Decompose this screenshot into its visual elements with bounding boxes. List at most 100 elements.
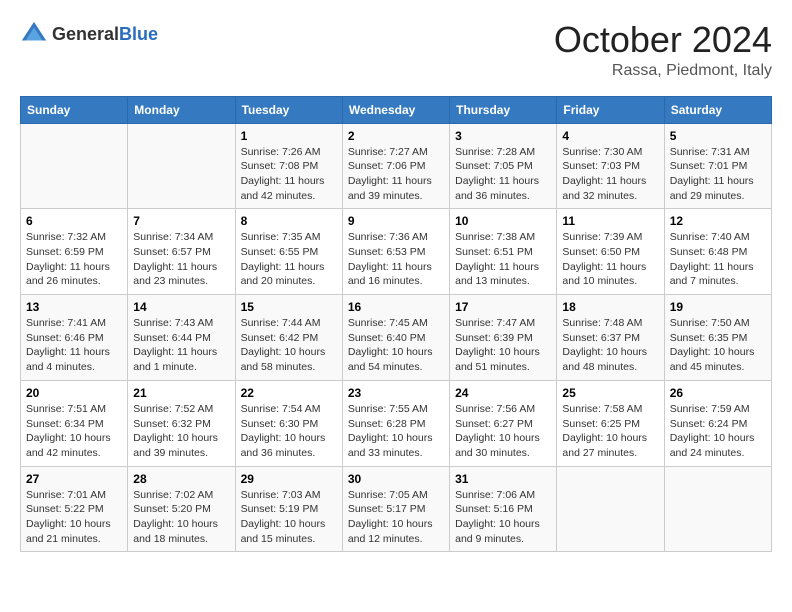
calendar-cell: 13 Sunrise: 7:41 AMSunset: 6:46 PMDayligh…	[21, 295, 128, 381]
day-number: 11	[562, 214, 658, 228]
day-info: Sunrise: 7:34 AMSunset: 6:57 PMDaylight:…	[133, 230, 229, 289]
calendar-cell: 30Sunrise: 7:05 AMSunset: 5:17 PMDayligh…	[342, 466, 449, 552]
day-number: 21	[133, 386, 229, 400]
calendar-cell: 7 Sunrise: 7:34 AMSunset: 6:57 PMDaylight…	[128, 209, 235, 295]
day-number: 13	[26, 300, 122, 314]
calendar-cell: 9 Sunrise: 7:36 AMSunset: 6:53 PMDaylight…	[342, 209, 449, 295]
calendar-cell: 11 Sunrise: 7:39 AMSunset: 6:50 PMDayligh…	[557, 209, 664, 295]
day-info: Sunrise: 7:41 AMSunset: 6:46 PMDaylight:…	[26, 316, 122, 375]
day-number: 22	[241, 386, 337, 400]
day-number: 20	[26, 386, 122, 400]
calendar-cell: 15 Sunrise: 7:44 AMSunset: 6:42 PMDayligh…	[235, 295, 342, 381]
day-number: 1	[241, 129, 337, 143]
calendar-cell: 20 Sunrise: 7:51 AMSunset: 6:34 PMDayligh…	[21, 380, 128, 466]
calendar-cell: 1 Sunrise: 7:26 AMSunset: 7:08 PMDaylight…	[235, 123, 342, 209]
calendar-week-row: 27 Sunrise: 7:01 AMSunset: 5:22 PMDayligh…	[21, 466, 772, 552]
day-info: Sunrise: 7:05 AMSunset: 5:17 PMDaylight:…	[348, 488, 444, 547]
day-number: 10	[455, 214, 551, 228]
calendar-cell	[21, 123, 128, 209]
day-number: 25	[562, 386, 658, 400]
calendar-table: SundayMondayTuesdayWednesdayThursdayFrid…	[20, 96, 772, 553]
day-info: Sunrise: 7:59 AMSunset: 6:24 PMDaylight:…	[670, 402, 766, 461]
day-info: Sunrise: 7:26 AMSunset: 7:08 PMDaylight:…	[241, 145, 337, 204]
calendar-cell: 27 Sunrise: 7:01 AMSunset: 5:22 PMDayligh…	[21, 466, 128, 552]
calendar-cell: 29Sunrise: 7:03 AMSunset: 5:19 PMDayligh…	[235, 466, 342, 552]
day-number: 16	[348, 300, 444, 314]
day-info: Sunrise: 7:56 AMSunset: 6:27 PMDaylight:…	[455, 402, 551, 461]
day-info: Sunrise: 7:40 AMSunset: 6:48 PMDaylight:…	[670, 230, 766, 289]
day-number: 24	[455, 386, 551, 400]
calendar-cell: 23 Sunrise: 7:55 AMSunset: 6:28 PMDayligh…	[342, 380, 449, 466]
day-number: 26	[670, 386, 766, 400]
day-info: Sunrise: 7:48 AMSunset: 6:37 PMDaylight:…	[562, 316, 658, 375]
day-info: Sunrise: 7:39 AMSunset: 6:50 PMDaylight:…	[562, 230, 658, 289]
calendar-cell	[557, 466, 664, 552]
day-info: Sunrise: 7:01 AMSunset: 5:22 PMDaylight:…	[26, 488, 122, 547]
day-info: Sunrise: 7:52 AMSunset: 6:32 PMDaylight:…	[133, 402, 229, 461]
day-number: 6	[26, 214, 122, 228]
logo-text: GeneralBlue	[52, 24, 158, 45]
day-header: Saturday	[664, 96, 771, 123]
day-number: 2	[348, 129, 444, 143]
day-number: 23	[348, 386, 444, 400]
day-number: 3	[455, 129, 551, 143]
day-info: Sunrise: 7:50 AMSunset: 6:35 PMDaylight:…	[670, 316, 766, 375]
day-number: 17	[455, 300, 551, 314]
calendar-cell: 17 Sunrise: 7:47 AMSunset: 6:39 PMDayligh…	[450, 295, 557, 381]
day-number: 18	[562, 300, 658, 314]
day-info: Sunrise: 7:30 AMSunset: 7:03 PMDaylight:…	[562, 145, 658, 204]
calendar-cell: 8Sunrise: 7:35 AMSunset: 6:55 PMDaylight…	[235, 209, 342, 295]
calendar-cell: 19 Sunrise: 7:50 AMSunset: 6:35 PMDayligh…	[664, 295, 771, 381]
day-info: Sunrise: 7:43 AMSunset: 6:44 PMDaylight:…	[133, 316, 229, 375]
calendar-cell: 2 Sunrise: 7:27 AMSunset: 7:06 PMDaylight…	[342, 123, 449, 209]
day-info: Sunrise: 7:45 AMSunset: 6:40 PMDaylight:…	[348, 316, 444, 375]
calendar-cell: 4Sunrise: 7:30 AMSunset: 7:03 PMDaylight…	[557, 123, 664, 209]
calendar-cell: 12Sunrise: 7:40 AMSunset: 6:48 PMDayligh…	[664, 209, 771, 295]
calendar-cell: 24 Sunrise: 7:56 AMSunset: 6:27 PMDayligh…	[450, 380, 557, 466]
calendar-cell	[664, 466, 771, 552]
header-row: SundayMondayTuesdayWednesdayThursdayFrid…	[21, 96, 772, 123]
day-info: Sunrise: 7:27 AMSunset: 7:06 PMDaylight:…	[348, 145, 444, 204]
day-info: Sunrise: 7:55 AMSunset: 6:28 PMDaylight:…	[348, 402, 444, 461]
day-header: Tuesday	[235, 96, 342, 123]
calendar-cell: 28Sunrise: 7:02 AMSunset: 5:20 PMDayligh…	[128, 466, 235, 552]
day-number: 14	[133, 300, 229, 314]
day-number: 15	[241, 300, 337, 314]
calendar-cell: 5Sunrise: 7:31 AMSunset: 7:01 PMDaylight…	[664, 123, 771, 209]
calendar-cell: 16 Sunrise: 7:45 AMSunset: 6:40 PMDayligh…	[342, 295, 449, 381]
day-info: Sunrise: 7:28 AMSunset: 7:05 PMDaylight:…	[455, 145, 551, 204]
day-info: Sunrise: 7:58 AMSunset: 6:25 PMDaylight:…	[562, 402, 658, 461]
day-number: 7	[133, 214, 229, 228]
calendar-cell: 22 Sunrise: 7:54 AMSunset: 6:30 PMDayligh…	[235, 380, 342, 466]
day-info: Sunrise: 7:31 AMSunset: 7:01 PMDaylight:…	[670, 145, 766, 204]
day-info: Sunrise: 7:44 AMSunset: 6:42 PMDaylight:…	[241, 316, 337, 375]
day-info: Sunrise: 7:47 AMSunset: 6:39 PMDaylight:…	[455, 316, 551, 375]
day-info: Sunrise: 7:32 AMSunset: 6:59 PMDaylight:…	[26, 230, 122, 289]
calendar-cell: 3 Sunrise: 7:28 AMSunset: 7:05 PMDaylight…	[450, 123, 557, 209]
calendar-week-row: 13 Sunrise: 7:41 AMSunset: 6:46 PMDayligh…	[21, 295, 772, 381]
logo-icon	[20, 20, 48, 48]
calendar-week-row: 20 Sunrise: 7:51 AMSunset: 6:34 PMDayligh…	[21, 380, 772, 466]
day-info: Sunrise: 7:38 AMSunset: 6:51 PMDaylight:…	[455, 230, 551, 289]
day-number: 29	[241, 472, 337, 486]
day-number: 9	[348, 214, 444, 228]
day-info: Sunrise: 7:36 AMSunset: 6:53 PMDaylight:…	[348, 230, 444, 289]
page-header: GeneralBlue October 2024 Rassa, Piedmont…	[20, 20, 772, 80]
calendar-cell: 6 Sunrise: 7:32 AMSunset: 6:59 PMDaylight…	[21, 209, 128, 295]
calendar-cell: 10 Sunrise: 7:38 AMSunset: 6:51 PMDayligh…	[450, 209, 557, 295]
day-header: Sunday	[21, 96, 128, 123]
month-title: October 2024	[554, 20, 772, 60]
day-number: 19	[670, 300, 766, 314]
day-info: Sunrise: 7:02 AMSunset: 5:20 PMDaylight:…	[133, 488, 229, 547]
title-block: October 2024 Rassa, Piedmont, Italy	[554, 20, 772, 80]
calendar-cell: 14 Sunrise: 7:43 AMSunset: 6:44 PMDayligh…	[128, 295, 235, 381]
day-number: 27	[26, 472, 122, 486]
calendar-cell: 18 Sunrise: 7:48 AMSunset: 6:37 PMDayligh…	[557, 295, 664, 381]
day-info: Sunrise: 7:51 AMSunset: 6:34 PMDaylight:…	[26, 402, 122, 461]
calendar-week-row: 1 Sunrise: 7:26 AMSunset: 7:08 PMDaylight…	[21, 123, 772, 209]
calendar-cell: 31Sunrise: 7:06 AMSunset: 5:16 PMDayligh…	[450, 466, 557, 552]
day-info: Sunrise: 7:54 AMSunset: 6:30 PMDaylight:…	[241, 402, 337, 461]
calendar-cell: 26 Sunrise: 7:59 AMSunset: 6:24 PMDayligh…	[664, 380, 771, 466]
calendar-cell: 25 Sunrise: 7:58 AMSunset: 6:25 PMDayligh…	[557, 380, 664, 466]
logo-blue: Blue	[119, 24, 158, 44]
